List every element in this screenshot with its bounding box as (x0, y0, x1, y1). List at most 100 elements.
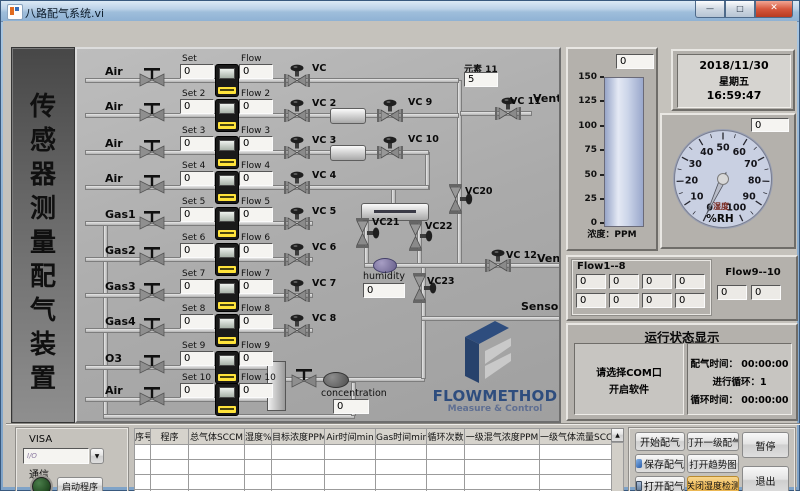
table-cell[interactable] (245, 460, 272, 475)
table-header: 序号 (135, 429, 151, 445)
gas-label: Air (105, 384, 123, 397)
visa-resource-combo[interactable]: I/O (23, 448, 89, 464)
table-cell[interactable] (151, 445, 189, 460)
date-text: 2018/11/30 (678, 59, 790, 72)
table-header: 程序 (151, 429, 189, 445)
set-input[interactable]: 0 (180, 136, 214, 151)
tank-tick-mark (600, 76, 604, 78)
table-cell[interactable] (465, 475, 540, 490)
minimize-button[interactable]: — (695, 1, 725, 18)
table-header: 目标浓度PPM (272, 429, 325, 445)
tank-tick-label: 150 (569, 72, 597, 82)
program-table[interactable]: 序号程序总气体SCCM湿度%目标浓度PPMAir时间minGas时间min循环次… (134, 428, 612, 491)
table-cell[interactable] (189, 475, 245, 490)
titlebar[interactable]: 八路配气系统.vi — □ ✕ (1, 1, 799, 22)
flow18-indicator: 0 (642, 274, 672, 289)
table-cell[interactable] (540, 445, 612, 460)
visa-dropdown-button[interactable]: ▼ (90, 448, 104, 464)
table-cell[interactable] (272, 460, 325, 475)
element11-input[interactable]: 5 (464, 72, 498, 87)
table-cell[interactable] (465, 445, 540, 460)
table-cell[interactable] (151, 460, 189, 475)
table-cell[interactable] (376, 475, 427, 490)
app-window: 八路配气系统.vi — □ ✕ 传感器测量配气装置 (0, 0, 800, 491)
solenoid-valve-icon (283, 314, 311, 346)
save-mix-label: 保存配气 (644, 456, 684, 471)
table-cell[interactable] (427, 445, 465, 460)
pause-button[interactable]: 暂停 (742, 432, 789, 458)
open-mix-label: 打开配气 (644, 478, 684, 491)
sidebar-char: 置 (12, 362, 74, 396)
folder-icon (636, 481, 642, 491)
open-mix-button[interactable]: 打开配气 (635, 476, 685, 491)
table-cell[interactable] (540, 460, 612, 475)
set-input[interactable]: 0 (180, 207, 214, 222)
set-input[interactable]: 0 (180, 99, 214, 114)
flow-label: Flow 6 (241, 233, 270, 243)
labview-vi-icon (7, 4, 23, 20)
table-cell[interactable] (376, 445, 427, 460)
set-input[interactable]: 0 (180, 171, 214, 186)
table-cell[interactable] (465, 460, 540, 475)
maximize-button[interactable]: □ (725, 1, 755, 18)
mfc-icon (215, 136, 239, 169)
flow-label: Flow 3 (241, 126, 270, 136)
sidebar-char: 器 (12, 158, 74, 192)
table-cell[interactable] (189, 445, 245, 460)
valve-label-vc4: VC 4 (312, 170, 336, 181)
window-title: 八路配气系统.vi (25, 5, 104, 21)
table-cell[interactable] (151, 475, 189, 490)
table-cell[interactable] (540, 475, 612, 490)
start-program-button[interactable]: 启动程序 (57, 477, 103, 491)
main-bus-pipe (457, 80, 462, 267)
humidity-gauge: 0102030405060708090100湿度%RH (660, 113, 796, 249)
tank-tick-mark (600, 100, 604, 102)
set-input[interactable]: 0 (180, 279, 214, 294)
set-input[interactable]: 0 (180, 351, 214, 366)
open-trend-button[interactable]: 打开趋势图 (687, 454, 739, 473)
table-cell[interactable] (325, 460, 376, 475)
exit-button[interactable]: 退出 (742, 466, 789, 491)
table-cell[interactable] (325, 445, 376, 460)
table-scrollbar-track[interactable] (611, 442, 624, 491)
vent-top-label: Vent (533, 92, 561, 105)
svg-text:70: 70 (744, 159, 758, 170)
close-button[interactable]: ✕ (755, 1, 793, 18)
flow18-indicator: 0 (609, 274, 639, 289)
table-cell[interactable] (135, 445, 151, 460)
set-label: Set 2 (182, 89, 205, 99)
table-cell[interactable] (135, 460, 151, 475)
table-cell[interactable] (325, 475, 376, 490)
close-humidity-check-button[interactable]: 关闭湿度检测 (687, 476, 739, 491)
flow18-indicator: 0 (609, 293, 639, 308)
valve-label-vc2: VC 2 (312, 98, 336, 109)
table-cell[interactable] (272, 475, 325, 490)
set-input[interactable]: 0 (180, 243, 214, 258)
mfc-icon (215, 383, 239, 416)
set-input[interactable]: 0 (180, 314, 214, 329)
table-cell[interactable] (427, 475, 465, 490)
table-cell[interactable] (245, 445, 272, 460)
table-cell[interactable] (135, 475, 151, 490)
table-cell[interactable] (376, 460, 427, 475)
table-cell[interactable] (272, 445, 325, 460)
svg-text:20: 20 (685, 176, 699, 187)
set-input[interactable]: 0 (180, 64, 214, 79)
set-input[interactable]: 0 (180, 383, 214, 398)
tank-tick-mark (600, 125, 604, 127)
start-mix-button[interactable]: 开始配气 (635, 432, 685, 451)
flowmethod-logo-subtitle: Measure & Control (429, 404, 561, 414)
vc9-valve-icon (376, 99, 404, 131)
flow-label: Flow 10 (241, 373, 276, 383)
open-level1-button[interactable]: 打开一级配气 (687, 432, 739, 451)
table-cell[interactable] (245, 475, 272, 490)
table-cell[interactable] (427, 460, 465, 475)
flow-indicator: 0 (239, 279, 273, 294)
concentration-sensor-bulb (323, 372, 349, 388)
set-label: Set 4 (182, 161, 205, 171)
save-mix-button[interactable]: 保存配气 (635, 454, 685, 473)
table-scroll-up-button[interactable]: ▲ (611, 428, 624, 442)
flow-diagram: VC 9 VC 10 VC 11 VC 12 VC20 VC21 VC22 VC… (75, 47, 561, 423)
table-cell[interactable] (189, 460, 245, 475)
manual-valve-icon (139, 103, 165, 129)
